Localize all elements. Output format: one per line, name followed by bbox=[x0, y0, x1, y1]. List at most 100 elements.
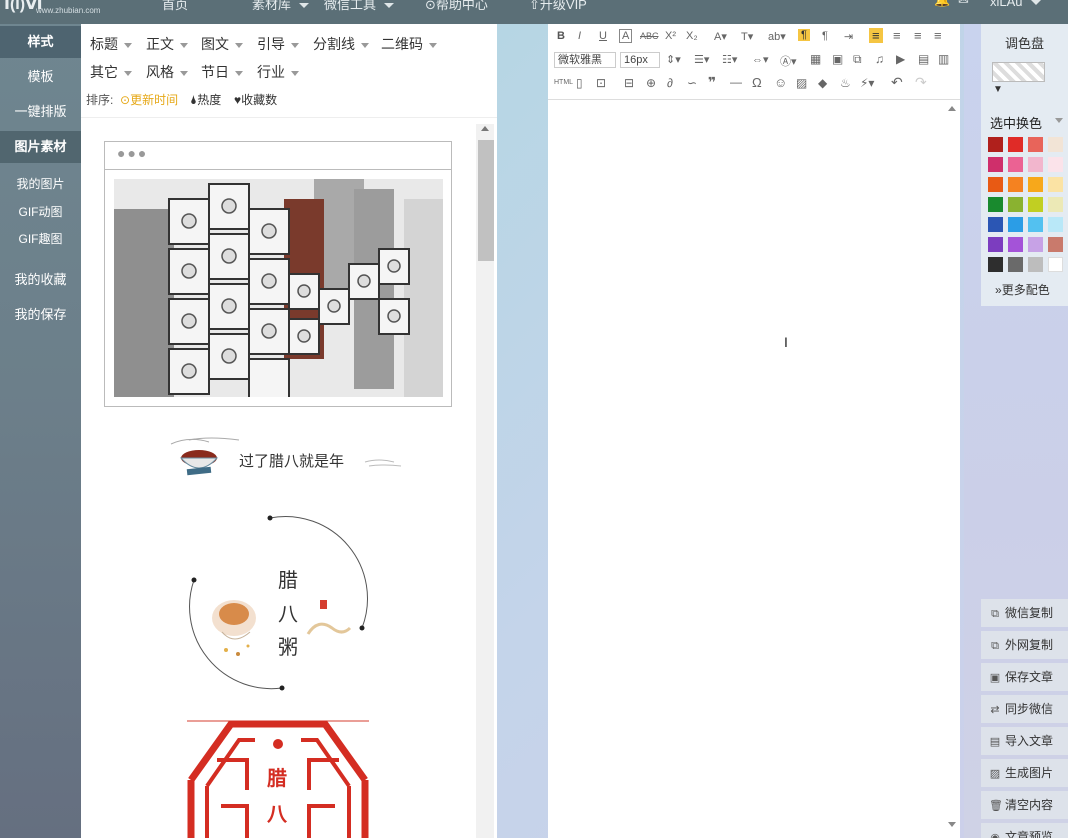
color-swatch[interactable] bbox=[1008, 157, 1023, 172]
generate-image-button[interactable]: ▨ 生成图片 bbox=[981, 759, 1068, 787]
nav-wechat-tools[interactable]: 微信工具 bbox=[324, 0, 395, 13]
redo-icon[interactable]: ↷ bbox=[915, 74, 927, 91]
line-height-icon[interactable]: ☰▾ bbox=[694, 53, 709, 66]
color-swatch[interactable] bbox=[988, 137, 1003, 152]
undo-icon[interactable]: ↶ bbox=[891, 74, 903, 91]
color-swatch[interactable] bbox=[1008, 137, 1023, 152]
category-festival[interactable]: 节日 bbox=[201, 62, 243, 82]
category-title[interactable]: 标题 bbox=[90, 34, 132, 54]
font-size-select[interactable]: 16px bbox=[620, 52, 660, 68]
color-swatch[interactable] bbox=[1008, 257, 1023, 272]
color-swatch[interactable] bbox=[988, 157, 1003, 172]
attachment-icon[interactable]: ⊡ bbox=[596, 76, 606, 90]
article-preview-button[interactable]: ◉ 文章预览 bbox=[981, 823, 1068, 838]
document-icon[interactable]: ▯ bbox=[576, 76, 583, 90]
paragraph-spacing-icon[interactable]: ⇕▾ bbox=[666, 53, 681, 66]
scroll-up-arrow-icon[interactable] bbox=[948, 106, 956, 111]
align-right-button[interactable]: ≡ bbox=[893, 28, 901, 43]
sidebar-item-templates[interactable]: 模板 bbox=[0, 61, 81, 93]
eraser-icon[interactable]: ◆ bbox=[818, 76, 827, 90]
sidebar-item-gif-animations[interactable]: GIF动图 bbox=[0, 200, 81, 224]
emoji-icon[interactable]: ☺ bbox=[774, 75, 787, 90]
color-swatch[interactable] bbox=[1028, 217, 1043, 232]
sidebar-item-image-materials[interactable]: 图片素材 bbox=[0, 131, 81, 163]
video-icon[interactable]: ▶ bbox=[896, 52, 905, 66]
color-swatch[interactable] bbox=[1008, 197, 1023, 212]
sort-by-popularity[interactable]: 🌢热度 bbox=[190, 91, 221, 108]
color-swatch[interactable] bbox=[1048, 157, 1063, 172]
sync-wechat-button[interactable]: ⇄ 同步微信 bbox=[981, 695, 1068, 723]
omega-icon[interactable]: Ω bbox=[752, 75, 762, 90]
horizontal-rule-icon[interactable]: — bbox=[730, 75, 742, 89]
music-icon[interactable]: ♫ bbox=[875, 52, 884, 66]
sidebar-item-one-click-layout[interactable]: 一键排版 bbox=[0, 96, 81, 128]
category-body-text[interactable]: 正文 bbox=[146, 34, 188, 54]
wechat-copy-button[interactable]: ⧉ 微信复制 bbox=[981, 599, 1068, 627]
align-center-button[interactable]: ≡ bbox=[914, 28, 922, 43]
material-item-photo-card[interactable]: ●●● bbox=[104, 141, 452, 407]
color-swatch[interactable] bbox=[1048, 177, 1063, 192]
color-swatch[interactable] bbox=[988, 237, 1003, 252]
category-image-text[interactable]: 图文 bbox=[201, 34, 243, 54]
search-icon[interactable]: ⊕ bbox=[646, 76, 656, 90]
material-item-red-frame[interactable]: 腊 八 bbox=[187, 720, 369, 838]
color-swatch[interactable] bbox=[1028, 197, 1043, 212]
font-family-select[interactable]: 微软雅黑 bbox=[554, 52, 616, 68]
underline-button[interactable]: U bbox=[599, 30, 607, 42]
material-item-laba-circle[interactable]: 腊 八 粥 bbox=[186, 514, 376, 694]
italic-button[interactable]: I bbox=[578, 30, 581, 42]
sort-by-update-time[interactable]: ⊙更新时间 bbox=[120, 91, 178, 108]
color-swatch[interactable] bbox=[988, 257, 1003, 272]
sidebar-item-my-favorites[interactable]: 我的收藏 bbox=[0, 264, 81, 296]
category-qrcode[interactable]: 二维码 bbox=[381, 34, 437, 54]
date-icon[interactable]: ▨ bbox=[796, 76, 807, 90]
image-icon[interactable]: ▣ bbox=[832, 52, 843, 66]
link-icon[interactable]: ∂ bbox=[667, 76, 673, 90]
subscript-button[interactable]: X₂ bbox=[686, 30, 698, 42]
caret-down-icon[interactable]: ▼ bbox=[993, 84, 1003, 95]
text-style-button[interactable]: T▾ bbox=[741, 30, 753, 43]
color-swatch[interactable] bbox=[988, 217, 1003, 232]
ltr-button[interactable]: ¶ bbox=[798, 29, 810, 41]
color-swatch[interactable] bbox=[988, 197, 1003, 212]
font-border-button[interactable]: A bbox=[619, 29, 633, 43]
indent-button[interactable]: ⇥ bbox=[844, 30, 853, 43]
rtl-button[interactable]: ¶ bbox=[822, 30, 828, 42]
sort-by-favorites[interactable]: ♥收藏数 bbox=[234, 91, 277, 108]
quote-icon[interactable]: ❞ bbox=[708, 74, 716, 91]
category-industry[interactable]: 行业 bbox=[257, 62, 299, 82]
superscript-button[interactable]: X² bbox=[665, 30, 676, 42]
table-icon[interactable]: ▦ bbox=[810, 52, 821, 66]
save-article-button[interactable]: ▣ 保存文章 bbox=[981, 663, 1068, 691]
scroll-up-arrow-icon[interactable] bbox=[481, 126, 489, 131]
mail-icon[interactable]: ✉ bbox=[958, 0, 969, 8]
color-swatch[interactable] bbox=[1028, 157, 1043, 172]
scroll-down-arrow-icon[interactable] bbox=[948, 822, 956, 827]
chevron-down-icon[interactable] bbox=[1055, 118, 1063, 123]
nav-help-center[interactable]: ⊙帮助中心 bbox=[425, 0, 488, 13]
picture-icon[interactable]: ▤ bbox=[918, 52, 929, 66]
color-swatch[interactable] bbox=[1048, 137, 1063, 152]
strikethrough-button[interactable]: ABC bbox=[640, 31, 659, 41]
nav-home[interactable]: 首页 bbox=[162, 0, 188, 13]
clear-format-icon[interactable]: Ⓐ▾ bbox=[780, 53, 797, 69]
color-swatch[interactable] bbox=[988, 177, 1003, 192]
align-left-button[interactable]: ≡ bbox=[869, 28, 883, 43]
sidebar-item-my-images[interactable]: 我的图片 bbox=[0, 172, 81, 196]
selected-recolor-label[interactable]: 选中换色 bbox=[990, 113, 1042, 132]
material-item-greeting[interactable]: 过了腊八就是年 bbox=[169, 436, 409, 476]
import-article-button[interactable]: ▤ 导入文章 bbox=[981, 727, 1068, 755]
multi-image-icon[interactable]: ⧉ bbox=[853, 52, 862, 67]
color-swatch[interactable] bbox=[1048, 217, 1063, 232]
unlink-icon[interactable]: ∽ bbox=[687, 76, 697, 90]
category-divider[interactable]: 分割线 bbox=[313, 34, 369, 54]
color-swatch[interactable] bbox=[1008, 237, 1023, 252]
letter-spacing-icon[interactable]: ⇔▾ bbox=[752, 53, 769, 66]
color-swatch[interactable] bbox=[1028, 137, 1043, 152]
editor-document[interactable]: B I U A ABC X² X₂ A▾ T▾ ab▾ ¶ ¶ ⇥ ≡ ≡ ≡ … bbox=[548, 24, 960, 838]
color-swatch[interactable] bbox=[1028, 257, 1043, 272]
html-source-icon[interactable]: HTML bbox=[554, 79, 573, 86]
nav-upgrade-vip[interactable]: ⇧升级VIP bbox=[529, 0, 587, 13]
more-colors-link[interactable]: »更多配色 bbox=[995, 281, 1050, 298]
color-swatch[interactable] bbox=[1008, 217, 1023, 232]
